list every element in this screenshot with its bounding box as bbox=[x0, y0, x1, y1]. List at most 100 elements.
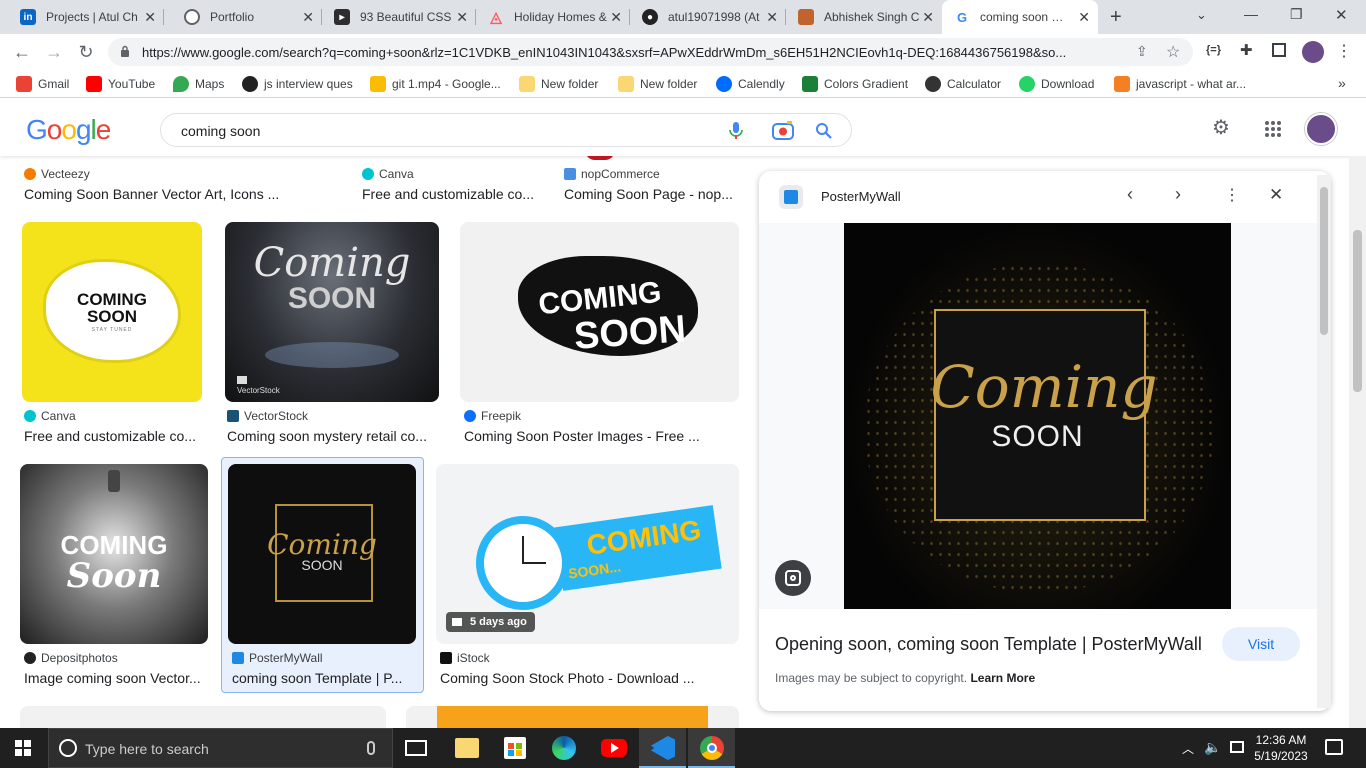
result-title[interactable]: Coming Soon Page - nop... bbox=[564, 186, 744, 202]
image-thumb-istock[interactable]: COMING SOON... 5 days ago bbox=[436, 464, 739, 644]
image-thumb-vectorstock[interactable]: Coming SOON VectorStock bbox=[225, 222, 439, 402]
bookmark-git[interactable]: git 1.mp4 - Google... bbox=[370, 76, 501, 92]
result-title[interactable]: Coming Soon Poster Images - Free ... bbox=[464, 428, 734, 444]
image-thumb[interactable] bbox=[585, 156, 615, 160]
bookmark-gmail[interactable]: Gmail bbox=[16, 76, 69, 92]
apps-grid-icon[interactable] bbox=[1264, 120, 1282, 138]
result-source[interactable]: Vecteezy bbox=[24, 167, 90, 181]
store-icon[interactable] bbox=[504, 737, 526, 759]
bookmark-star-icon[interactable]: ☆ bbox=[1166, 42, 1180, 62]
back-button[interactable]: ← bbox=[10, 40, 34, 64]
more-options-icon[interactable]: ⋮ bbox=[1224, 185, 1240, 205]
tab-css[interactable]: ▸ 93 Beautiful CSS ✕ bbox=[322, 0, 476, 34]
tab-linkedin[interactable]: in Projects | Atul Ch ✕ bbox=[0, 0, 164, 34]
bookmark-folder-1[interactable]: New folder bbox=[519, 76, 598, 92]
notifications-icon[interactable] bbox=[1325, 739, 1343, 755]
taskbar-search-box[interactable]: Type here to search bbox=[48, 728, 393, 768]
tab-airbnb[interactable]: ◬ Holiday Homes & ✕ bbox=[476, 0, 630, 34]
chevron-up-icon[interactable]: ︿ bbox=[1182, 740, 1194, 757]
close-panel-icon[interactable]: ✕ bbox=[1269, 185, 1283, 205]
image-thumb-freepik[interactable]: COMING SOON bbox=[460, 222, 739, 402]
result-source[interactable]: iStock bbox=[440, 651, 490, 665]
bookmark-colors[interactable]: Colors Gradient bbox=[802, 76, 908, 92]
result-source[interactable]: Canva bbox=[24, 409, 76, 423]
menu-kebab-icon[interactable]: ⋮ bbox=[1336, 41, 1352, 61]
tab-abhishek[interactable]: Abhishek Singh C ✕ bbox=[786, 0, 942, 34]
next-arrow-icon[interactable]: › bbox=[1175, 184, 1181, 205]
account-avatar[interactable] bbox=[1305, 113, 1337, 145]
new-tab-button[interactable]: + bbox=[1110, 6, 1122, 29]
reload-button[interactable]: ↻ bbox=[74, 40, 98, 64]
previous-arrow-icon[interactable]: ‹ bbox=[1127, 184, 1133, 205]
side-panel-icon[interactable] bbox=[1272, 43, 1286, 57]
result-title[interactable]: Coming soon mystery retail co... bbox=[227, 428, 437, 444]
lens-icon[interactable] bbox=[772, 121, 794, 140]
result-source[interactable]: Canva bbox=[362, 167, 414, 181]
image-thumb[interactable] bbox=[20, 706, 386, 728]
tab-google-active[interactable]: G coming soon - G ✕ bbox=[942, 0, 1098, 34]
restore-button[interactable]: ❐ bbox=[1290, 6, 1303, 23]
close-icon[interactable]: ✕ bbox=[302, 9, 314, 26]
share-icon[interactable]: ⇪ bbox=[1136, 43, 1148, 60]
network-icon[interactable] bbox=[1230, 741, 1244, 753]
minimize-button[interactable]: — bbox=[1244, 6, 1258, 22]
preview-image[interactable]: Coming SOON bbox=[844, 223, 1231, 609]
bookmark-javascript[interactable]: javascript - what ar... bbox=[1114, 76, 1246, 92]
page-scrollbar[interactable] bbox=[1349, 156, 1366, 728]
result-source[interactable]: PosterMyWall bbox=[232, 651, 323, 665]
avatar[interactable] bbox=[1302, 41, 1324, 63]
bookmark-maps[interactable]: Maps bbox=[173, 76, 224, 92]
bookmark-folder-2[interactable]: New folder bbox=[618, 76, 697, 92]
close-icon[interactable]: ✕ bbox=[144, 9, 156, 26]
search-box[interactable]: coming soon bbox=[160, 113, 852, 147]
bookmarks-overflow-icon[interactable]: » bbox=[1338, 75, 1346, 91]
file-explorer-icon[interactable] bbox=[455, 738, 479, 758]
mic-icon[interactable] bbox=[367, 741, 375, 755]
window-close-button[interactable]: ✕ bbox=[1335, 6, 1348, 24]
google-logo[interactable]: Google bbox=[26, 114, 111, 146]
volume-icon[interactable]: 🔈 bbox=[1204, 739, 1221, 756]
settings-gear-icon[interactable]: ⚙ bbox=[1212, 115, 1230, 140]
learn-more-link[interactable]: Learn More bbox=[970, 671, 1035, 685]
close-icon[interactable]: ✕ bbox=[766, 9, 778, 26]
tab-portfolio[interactable]: Portfolio ✕ bbox=[164, 0, 322, 34]
windows-start-icon[interactable] bbox=[15, 740, 31, 756]
chrome-taskbar-item[interactable] bbox=[688, 728, 735, 768]
result-title[interactable]: Free and customizable co... bbox=[362, 186, 542, 202]
system-clock[interactable]: 12:36 AM 5/19/2023 bbox=[1250, 732, 1312, 764]
edge-icon[interactable] bbox=[552, 736, 576, 760]
image-thumb[interactable] bbox=[437, 706, 708, 728]
task-view-icon[interactable] bbox=[405, 740, 427, 756]
youtube-app-icon[interactable] bbox=[601, 739, 627, 757]
result-title[interactable]: Coming Soon Stock Photo - Download ... bbox=[440, 670, 730, 686]
result-title[interactable]: Free and customizable co... bbox=[24, 428, 204, 444]
image-thumb-postermywall[interactable]: Coming SOON bbox=[228, 464, 416, 644]
result-title[interactable]: coming soon Template | P... bbox=[232, 670, 416, 686]
panel-source[interactable]: PosterMyWall bbox=[821, 189, 901, 204]
scrollbar-thumb[interactable] bbox=[1320, 187, 1328, 335]
chevron-down-icon[interactable]: ⌄ bbox=[1196, 7, 1207, 23]
visit-button[interactable]: Visit bbox=[1222, 627, 1300, 661]
bookmark-youtube[interactable]: YouTube bbox=[86, 76, 155, 92]
result-source[interactable]: VectorStock bbox=[227, 409, 308, 423]
forward-button[interactable]: → bbox=[42, 40, 66, 64]
panel-scrollbar[interactable] bbox=[1317, 175, 1331, 708]
image-thumb-canva[interactable]: COMING SOON STAY TUNED bbox=[22, 222, 202, 402]
result-source[interactable]: Depositphotos bbox=[24, 651, 118, 665]
result-source[interactable]: nopCommerce bbox=[564, 167, 660, 181]
search-icon[interactable] bbox=[815, 122, 833, 140]
search-input[interactable]: coming soon bbox=[181, 123, 260, 139]
result-title[interactable]: Image coming soon Vector... bbox=[24, 670, 208, 686]
close-icon[interactable]: ✕ bbox=[456, 9, 468, 26]
close-icon[interactable]: ✕ bbox=[1078, 9, 1090, 26]
address-bar[interactable]: https://www.google.com/search?q=coming+s… bbox=[108, 38, 1193, 66]
puzzle-icon[interactable]: ✚ bbox=[1240, 41, 1253, 59]
panel-title[interactable]: Opening soon, coming soon Template | Pos… bbox=[775, 634, 1202, 655]
close-icon[interactable]: ✕ bbox=[922, 9, 934, 26]
tab-github[interactable]: ● atul19071998 (At ✕ bbox=[630, 0, 786, 34]
bookmark-calendly[interactable]: Calendly bbox=[716, 76, 785, 92]
mic-icon[interactable] bbox=[729, 122, 743, 140]
lens-search-icon[interactable] bbox=[775, 560, 811, 596]
image-thumb-depositphotos[interactable]: COMING Soon bbox=[20, 464, 208, 644]
result-title[interactable]: Coming Soon Banner Vector Art, Icons ... bbox=[24, 186, 294, 202]
